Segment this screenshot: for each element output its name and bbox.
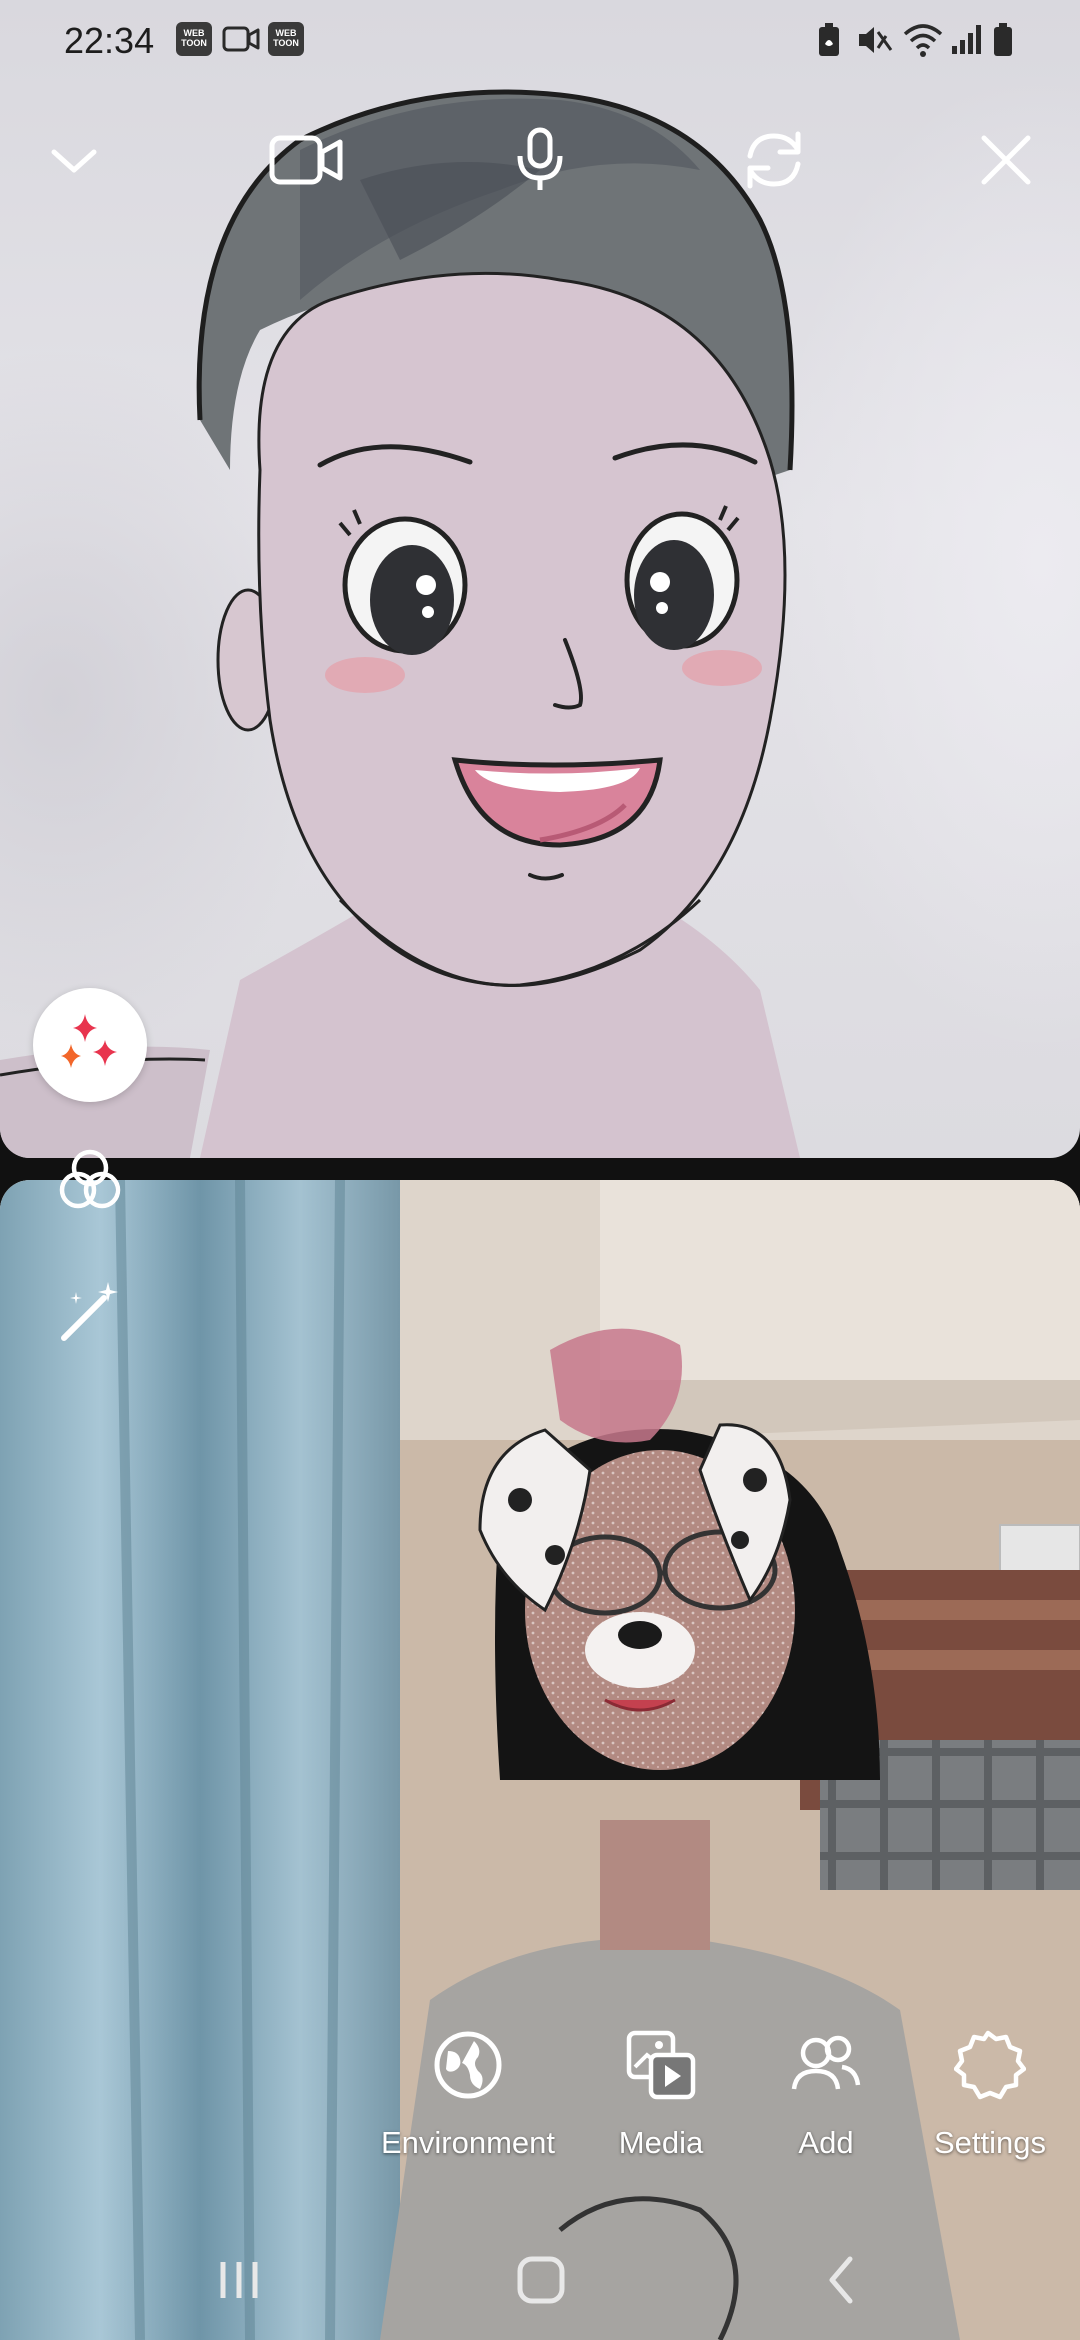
- webtoon-icon: WEB TOON: [176, 22, 212, 56]
- add-people-icon: [786, 2025, 866, 2105]
- status-time: 22:34: [64, 20, 155, 61]
- add-participant-button[interactable]: Add: [736, 2025, 916, 2175]
- switch-camera-button[interactable]: [734, 120, 814, 200]
- camera-toggle-button[interactable]: [266, 120, 346, 200]
- magic-wand-icon: [61, 1282, 118, 1341]
- battery-saver-icon: [816, 22, 842, 63]
- battery-icon: [992, 22, 1014, 63]
- webtoon-icon: WEB TOON: [268, 22, 304, 56]
- mute-icon: [856, 22, 894, 63]
- status-bar: 22:34 WEB TOON WEB TOON: [0, 0, 1080, 84]
- home-button[interactable]: [481, 2240, 601, 2320]
- media-button[interactable]: Media: [571, 2025, 751, 2175]
- recents-button[interactable]: [179, 2240, 299, 2320]
- sparkles-icon: [61, 1014, 117, 1068]
- environment-label: Environment: [380, 2125, 556, 2160]
- media-label: Media: [618, 2125, 704, 2160]
- media-icon: [621, 2025, 701, 2105]
- environment-button[interactable]: Environment: [378, 2025, 558, 2175]
- video-call-screen: 22:34 WEB TOON WEB TOON Environment Medi…: [0, 0, 1080, 2340]
- beauty-button[interactable]: [50, 1272, 130, 1352]
- globe-icon: [428, 2025, 508, 2105]
- effects-button[interactable]: [33, 988, 147, 1102]
- signal-icon: [950, 22, 984, 61]
- microphone-icon: [517, 127, 563, 190]
- settings-icon: [950, 2025, 1030, 2105]
- back-button[interactable]: [782, 2240, 902, 2320]
- settings-label: Settings: [933, 2125, 1046, 2160]
- wifi-icon: [902, 20, 944, 63]
- minimize-button[interactable]: [34, 120, 114, 200]
- chevron-down-icon: [51, 149, 97, 173]
- filter-circles-icon: [59, 1149, 121, 1209]
- back-icon: [829, 2256, 853, 2304]
- home-icon: [517, 2256, 565, 2304]
- video-icon: [222, 24, 260, 59]
- camera-switch-icon: [747, 131, 801, 189]
- filters-button[interactable]: [50, 1140, 130, 1220]
- end-call-button[interactable]: [966, 120, 1046, 200]
- settings-button[interactable]: Settings: [900, 2025, 1080, 2175]
- close-icon: [981, 135, 1031, 185]
- video-camera-icon: [269, 135, 343, 185]
- microphone-toggle-button[interactable]: [500, 120, 580, 200]
- recents-icon: [220, 2262, 258, 2298]
- add-label: Add: [798, 2125, 854, 2160]
